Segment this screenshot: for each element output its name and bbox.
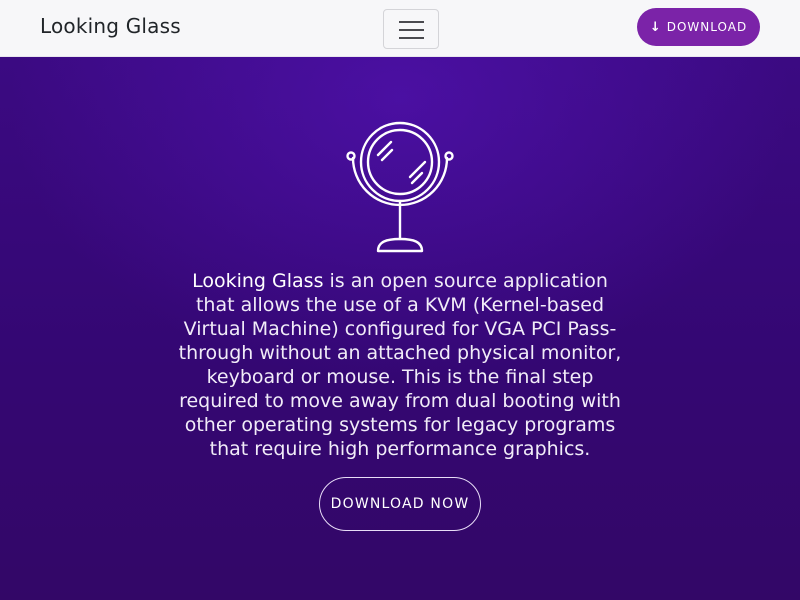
arrow-down-icon: ↓	[649, 19, 662, 35]
download-button-label: DOWNLOAD	[666, 20, 748, 34]
hero-app-name: Looking Glass	[192, 270, 324, 292]
hero-intro-text: is an open source application that allow…	[178, 270, 622, 460]
download-now-button[interactable]: DOWNLOAD NOW	[319, 477, 481, 531]
hero-description: Looking Glass is an open source applicat…	[170, 269, 630, 461]
navbar: Looking Glass ↓ DOWNLOAD	[0, 0, 800, 57]
mirror-icon	[346, 121, 454, 253]
brand-link[interactable]: Looking Glass	[40, 14, 181, 38]
hamburger-menu-icon-bar	[399, 37, 424, 39]
hamburger-menu-icon	[399, 21, 424, 23]
navbar-toggler-button[interactable]	[383, 9, 439, 49]
download-button[interactable]: ↓ DOWNLOAD	[637, 8, 760, 46]
hamburger-menu-icon-bar	[399, 29, 424, 31]
